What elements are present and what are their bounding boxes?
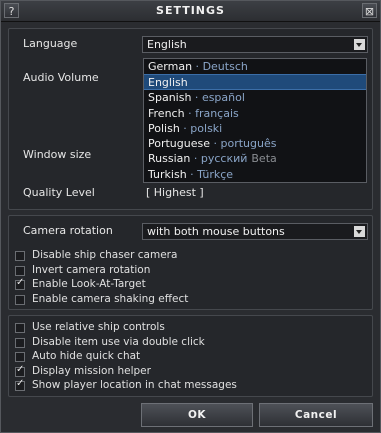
checkbox[interactable] [15, 337, 25, 348]
language-option-name: English [148, 76, 188, 90]
cancel-button[interactable]: Cancel [259, 403, 373, 427]
language-option-name: Polish [148, 121, 180, 135]
language-option-name: Turkish [148, 167, 187, 181]
checkbox[interactable] [15, 265, 25, 276]
camera-rotation-label: Camera rotation [23, 224, 113, 237]
window-size-label: Window size [23, 148, 92, 161]
native-name-text: русский [200, 152, 248, 166]
language-option-name: Spanish [148, 91, 192, 105]
language-option-name: German [148, 60, 193, 73]
checkbox[interactable] [15, 323, 25, 333]
native-name-text: Deutsch [202, 60, 248, 73]
checkbox[interactable] [15, 251, 25, 261]
language-option-turkish[interactable]: Turkish · Türkçe [144, 167, 366, 182]
language-option-french[interactable]: French · français [144, 106, 366, 121]
language-option-name: Portuguese [148, 137, 210, 151]
language-option-portuguese[interactable]: Portuguese · português [144, 136, 366, 151]
camera-rotation-value: with both mouse buttons [147, 225, 285, 238]
language-option-native-name: · français [184, 106, 239, 120]
checkbox-label[interactable]: Display mission helper [32, 365, 151, 377]
checkbox-label[interactable]: Auto hide quick chat [32, 350, 140, 362]
audio-volume-label: Audio Volume [23, 71, 99, 84]
checkbox[interactable] [15, 277, 25, 291]
language-select-value: English [147, 38, 187, 51]
checkbox-label[interactable]: Disable ship chaser camera [32, 249, 177, 261]
settings-window: ? SETTINGS ⊠ Language English Audio Volu… [0, 0, 381, 433]
native-name-text: español [201, 91, 245, 105]
language-option-native-name: · Deutsch [192, 60, 248, 73]
window-title: SETTINGS [156, 4, 225, 17]
language-select[interactable]: English [142, 36, 368, 53]
language-option-spanish[interactable]: Spanish · español [144, 90, 366, 105]
checkbox-label[interactable]: Disable item use via double click [32, 336, 205, 348]
language-option-native-name: · русский [190, 152, 248, 166]
language-option-native-name: · português [210, 137, 277, 151]
language-option-native-name: · Türkçe [186, 167, 234, 181]
ok-button[interactable]: OK [141, 403, 253, 427]
native-name-text: polski [190, 121, 223, 135]
checkbox-label[interactable]: Enable Look-At-Target [32, 278, 146, 290]
language-option-polish[interactable]: Polish · polski [144, 121, 366, 136]
language-option-name: Russian [148, 152, 191, 166]
language-option-name: French [148, 106, 185, 120]
chevron-down-icon [354, 226, 365, 237]
language-option-native-name: · español [191, 91, 245, 105]
chevron-down-icon [354, 39, 365, 50]
close-button[interactable]: ⊠ [362, 3, 377, 18]
language-label: Language [23, 37, 78, 50]
checkbox[interactable] [15, 364, 25, 377]
native-name-text: Türkçe [197, 167, 234, 181]
checkbox-label[interactable]: Use relative ship controls [32, 321, 165, 333]
language-option-russian[interactable]: Russian · русский Beta [144, 151, 366, 166]
checkbox[interactable] [15, 378, 25, 392]
native-name-text: português [220, 137, 277, 151]
language-dropdown-list: German · Deutsch English Spanish · español… [143, 58, 367, 183]
checkbox-label[interactable]: Invert camera rotation [32, 264, 150, 276]
language-option-native-name: · polski [179, 121, 223, 135]
camera-rotation-select[interactable]: with both mouse buttons [142, 223, 368, 240]
checkbox-label[interactable]: Show player location in chat messages [32, 379, 237, 391]
checkbox[interactable] [15, 294, 25, 305]
title-bar: ? SETTINGS ⊠ [1, 1, 380, 22]
checkbox-label[interactable]: Enable camera shaking effect [32, 293, 188, 305]
language-option-german[interactable]: German · Deutsch [144, 59, 366, 74]
native-name-text: français [195, 106, 239, 120]
quality-level-label: Quality Level [23, 186, 95, 199]
language-option-english[interactable]: English [144, 74, 366, 91]
quality-level-value[interactable]: [ Highest ] [146, 186, 204, 199]
language-option-note: Beta [251, 152, 277, 166]
checkbox[interactable] [15, 352, 25, 363]
